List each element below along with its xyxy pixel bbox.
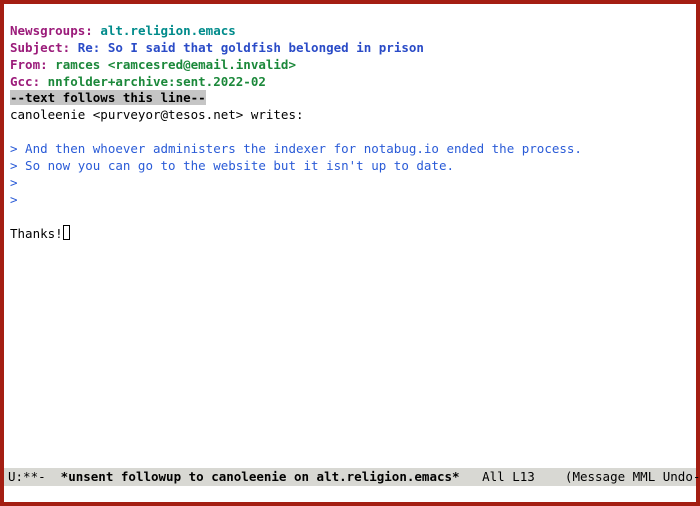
modeline-status: U:**- bbox=[8, 469, 53, 486]
header-subject-value: Re: So I said that goldfish belonged in … bbox=[70, 40, 424, 55]
header-newsgroups-value: alt.religion.emacs bbox=[93, 23, 236, 38]
quoted-line: > bbox=[10, 192, 18, 207]
mode-line: U:**- *unsent followup to canoleenie on … bbox=[4, 468, 696, 486]
header-subject-label: Subject: bbox=[10, 40, 70, 55]
header-from-value: ramces <ramcesred@email.invalid> bbox=[48, 57, 296, 72]
body-text: Thanks! bbox=[10, 226, 63, 241]
minibuffer[interactable] bbox=[4, 486, 696, 502]
separator-line: --text follows this line-- bbox=[10, 90, 206, 105]
quoted-line: > So now you can go to the website but i… bbox=[10, 158, 454, 173]
header-newsgroups-label: Newsgroups: bbox=[10, 23, 93, 38]
modeline-position: All L13 bbox=[460, 469, 558, 486]
text-cursor bbox=[63, 225, 70, 240]
header-from-label: From: bbox=[10, 57, 48, 72]
modeline-modes: (Message MML Undo-Tree bbox=[557, 469, 700, 486]
quoted-line: > bbox=[10, 175, 18, 190]
header-gcc-label: Gcc: bbox=[10, 74, 40, 89]
modeline-buffer-name: *unsent followup to canoleenie on alt.re… bbox=[53, 469, 459, 486]
quoted-line: > And then whoever administers the index… bbox=[10, 141, 582, 156]
citation-line: canoleenie <purveyor@tesos.net> writes: bbox=[10, 107, 304, 122]
header-gcc-value: nnfolder+archive:sent.2022-02 bbox=[40, 74, 266, 89]
message-buffer[interactable]: Newsgroups: alt.religion.emacs Subject: … bbox=[4, 4, 696, 468]
